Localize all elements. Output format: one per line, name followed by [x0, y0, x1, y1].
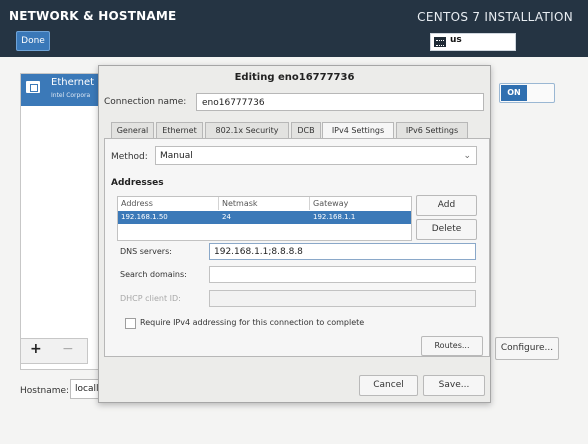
column-header-gateway[interactable]: Gateway [310, 197, 411, 210]
connection-name-label: Connection name: [104, 97, 187, 107]
connection-toggle[interactable]: ON [499, 83, 555, 103]
device-list-controls: + − [20, 338, 88, 364]
dialog-title: Editing eno16777736 [234, 72, 355, 83]
require-ipv4-checkbox[interactable] [125, 318, 136, 329]
table-row[interactable]: 192.168.1.50 24 192.168.1.1 [118, 211, 411, 224]
gateway-cell[interactable]: 192.168.1.1 [310, 211, 411, 224]
done-button[interactable]: Done [16, 31, 50, 51]
installer-title: CENTOS 7 INSTALLATION [417, 10, 573, 24]
delete-address-button[interactable]: Delete [416, 219, 477, 240]
chevron-down-icon: ⌄ [463, 151, 471, 161]
save-button[interactable]: Save... [423, 375, 485, 396]
addresses-table[interactable]: Address Netmask Gateway 192.168.1.50 24 … [117, 196, 412, 241]
column-header-netmask[interactable]: Netmask [219, 197, 310, 210]
method-select[interactable]: Manual ⌄ [155, 146, 477, 165]
dhcp-client-id-label: DHCP client ID: [120, 294, 181, 303]
page-title: NETWORK & HOSTNAME [9, 9, 177, 23]
routes-button[interactable]: Routes... [421, 336, 483, 356]
keyboard-layout-label: us [450, 35, 462, 45]
hostname-label: Hostname: [20, 386, 70, 396]
remove-device-button[interactable]: − [62, 341, 74, 357]
dns-servers-label: DNS servers: [120, 247, 172, 256]
require-ipv4-label[interactable]: Require IPv4 addressing for this connect… [140, 318, 364, 327]
keyboard-icon [434, 37, 446, 47]
search-domains-input[interactable] [209, 266, 476, 283]
cancel-button[interactable]: Cancel [359, 375, 418, 396]
configure-button[interactable]: Configure... [495, 337, 559, 360]
netmask-cell[interactable]: 24 [219, 211, 310, 224]
device-name: Ethernet [51, 77, 95, 88]
method-value: Manual [160, 151, 193, 161]
keyboard-layout-indicator[interactable]: us [430, 33, 516, 51]
add-address-button[interactable]: Add [416, 195, 477, 216]
column-header-address[interactable]: Address [118, 197, 219, 210]
header-bar: NETWORK & HOSTNAME Done CENTOS 7 INSTALL… [0, 0, 588, 57]
edit-connection-dialog: Editing eno16777736 Connection name: eno… [98, 65, 491, 403]
connection-name-input[interactable]: eno16777736 [196, 93, 484, 111]
ethernet-icon [26, 81, 40, 93]
method-label: Method: [111, 152, 148, 162]
address-cell[interactable]: 192.168.1.50 [118, 211, 219, 224]
toggle-on-label: ON [501, 85, 527, 101]
dns-servers-input[interactable]: 192.168.1.1;8.8.8.8 [209, 243, 476, 260]
ipv4-settings-panel: Method: Manual ⌄ Addresses Address Netma… [104, 138, 490, 357]
device-description: Intel Corpora [51, 92, 91, 99]
add-device-button[interactable]: + [30, 341, 42, 357]
search-domains-label: Search domains: [120, 270, 187, 279]
addresses-heading: Addresses [111, 178, 164, 188]
dhcp-client-id-input [209, 290, 476, 307]
